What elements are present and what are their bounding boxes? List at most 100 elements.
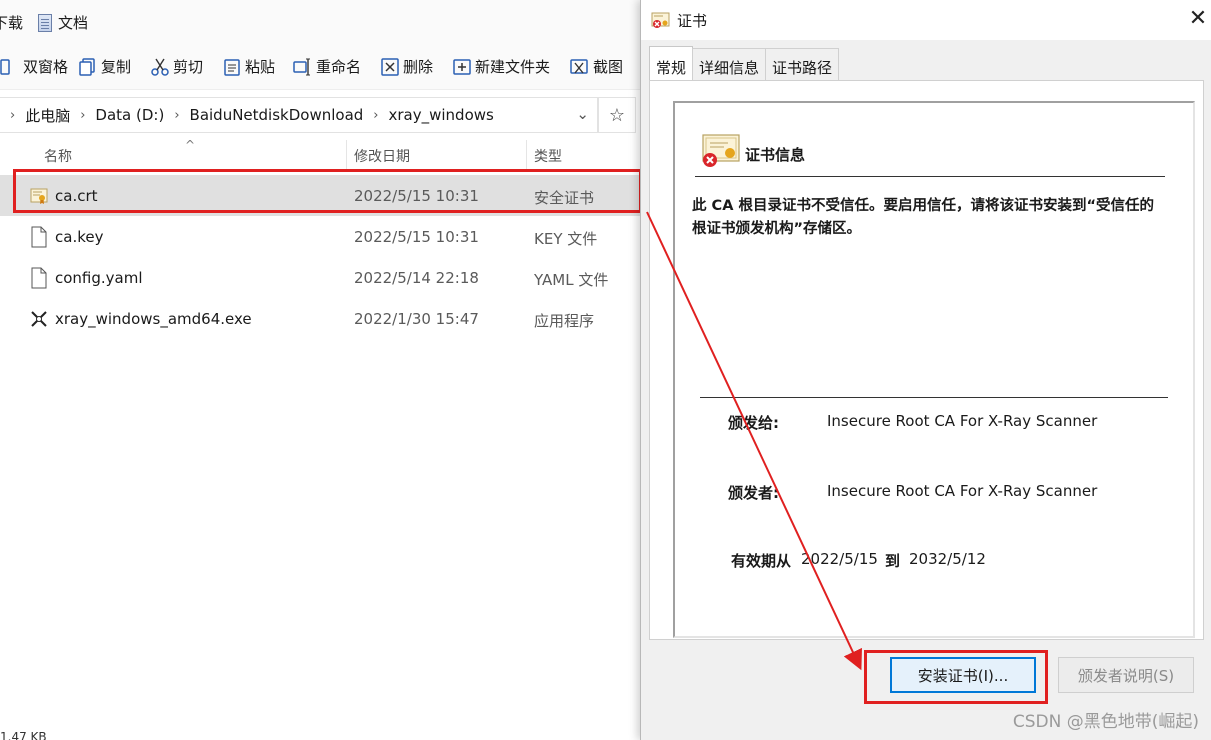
- chevron-right-icon: ›: [80, 107, 86, 123]
- breadcrumb-item[interactable]: › Data (D:): [70, 106, 164, 124]
- chevron-right-icon: ›: [174, 107, 180, 123]
- star-icon: ☆: [608, 104, 626, 126]
- file-name: ca.crt: [55, 187, 98, 205]
- delete-label: 删除: [403, 58, 434, 76]
- file-icon: [31, 226, 47, 248]
- tab-certification-path[interactable]: 证书路径: [765, 48, 840, 80]
- breadcrumb-item[interactable]: › BaiduNetdiskDownload: [164, 106, 363, 124]
- dialog-titlebar[interactable]: 证书 ✕: [641, 0, 1211, 40]
- file-list: ca.crt 2022/5/15 10:31 安全证书 ca.key 2022/…: [0, 175, 640, 339]
- breadcrumb-label: 此电脑: [25, 106, 71, 125]
- quick-access-bar: 下载 文档: [0, 0, 640, 44]
- dual-pane-button[interactable]: 双窗格: [0, 56, 68, 77]
- file-date: 2022/5/15 10:31: [354, 228, 479, 246]
- column-headers: ^ 名称 修改日期 类型: [0, 138, 640, 170]
- column-header-type[interactable]: 类型: [534, 146, 562, 166]
- paste-label: 粘贴: [245, 58, 276, 76]
- status-bar-text: 1.47 KB: [0, 730, 47, 740]
- breadcrumb-label: Data (D:): [95, 106, 165, 124]
- close-icon[interactable]: ✕: [1186, 6, 1210, 31]
- rename-button[interactable]: 重命名: [293, 56, 361, 77]
- cut-button[interactable]: 剪切: [150, 56, 203, 77]
- rename-label: 重命名: [316, 58, 362, 76]
- table-row[interactable]: xray_windows_amd64.exe 2022/1/30 15:47 应…: [0, 298, 640, 339]
- copy-button[interactable]: 复制: [78, 56, 131, 77]
- breadcrumb-item[interactable]: › 此电脑: [0, 105, 70, 126]
- screenshot-button[interactable]: 截图: [570, 56, 623, 77]
- dialog-tabs: 常规 详细信息 证书路径: [649, 46, 840, 80]
- file-type: 安全证书: [534, 189, 595, 207]
- quick-access-label: 文档: [58, 14, 89, 32]
- explorer-toolbar: 双窗格 复制 剪切 粘贴 重命名 删除 新建文件夹 截图: [0, 44, 640, 90]
- certificate-icon: [651, 12, 670, 28]
- breadcrumb-item[interactable]: › xray_windows: [363, 106, 494, 124]
- untrusted-certificate-icon: [702, 134, 740, 167]
- delete-button[interactable]: 删除: [380, 56, 433, 77]
- tab-general[interactable]: 常规: [649, 46, 694, 80]
- column-header-date[interactable]: 修改日期: [354, 146, 410, 166]
- quick-access-label: 下载: [0, 14, 24, 32]
- file-icon: [31, 267, 47, 289]
- file-name: xray_windows_amd64.exe: [55, 310, 252, 328]
- clipboard-icon: [224, 58, 240, 76]
- table-row[interactable]: config.yaml 2022/5/14 22:18 YAML 文件: [0, 257, 640, 298]
- screenshot-icon: [570, 58, 588, 74]
- valid-from-label: 有效期从: [731, 552, 792, 570]
- file-name: ca.key: [55, 228, 104, 246]
- new-folder-label: 新建文件夹: [475, 58, 551, 76]
- watermark-text: CSDN @黑色地带(崛起): [1012, 712, 1199, 732]
- column-header-name[interactable]: 名称: [44, 146, 72, 166]
- table-row[interactable]: ca.key 2022/5/15 10:31 KEY 文件: [0, 216, 640, 257]
- address-bar[interactable]: › 此电脑 › Data (D:) › BaiduNetdiskDownload…: [0, 97, 598, 133]
- scissors-icon: [151, 58, 169, 76]
- copy-label: 复制: [101, 58, 132, 76]
- breadcrumb-label: xray_windows: [388, 106, 494, 124]
- install-certificate-button[interactable]: 安装证书(I)...: [890, 657, 1036, 693]
- divider: [700, 397, 1168, 398]
- new-folder-button[interactable]: 新建文件夹: [452, 56, 550, 77]
- column-resize-handle[interactable]: [526, 140, 527, 170]
- issued-by-label: 颁发者:: [728, 484, 779, 502]
- quick-access-documents[interactable]: 文档: [38, 12, 88, 33]
- column-resize-handle[interactable]: [346, 140, 347, 170]
- issuer-statement-button[interactable]: 颁发者说明(S): [1058, 657, 1194, 693]
- new-folder-icon: [453, 58, 471, 75]
- exe-icon: [31, 311, 47, 327]
- breadcrumb-label: BaiduNetdiskDownload: [189, 106, 364, 124]
- dialog-title: 证书: [677, 12, 708, 30]
- certificate-file-icon: [30, 188, 48, 204]
- certificate-info-frame: 证书信息 此 CA 根目录证书不受信任。要启用信任，请将该证书安装到“受信任的根…: [673, 101, 1195, 638]
- general-tab-panel: 证书信息 此 CA 根目录证书不受信任。要启用信任，请将该证书安装到“受信任的根…: [649, 80, 1204, 640]
- file-explorer-window: 下载 文档 双窗格 复制 剪切 粘贴 重命名 删除 新建文件夹 截图 › 此电脑…: [0, 0, 640, 740]
- table-row[interactable]: ca.crt 2022/5/15 10:31 安全证书: [0, 175, 640, 216]
- file-type: YAML 文件: [534, 271, 609, 289]
- trust-warning-text: 此 CA 根目录证书不受信任。要启用信任，请将该证书安装到“受信任的根证书颁发机…: [692, 198, 1154, 237]
- favorite-star-button[interactable]: ☆: [598, 97, 636, 133]
- documents-icon: [38, 13, 52, 32]
- cut-label: 剪切: [173, 58, 204, 76]
- delete-icon: [381, 57, 399, 76]
- file-date: 2022/5/15 10:31: [354, 187, 479, 205]
- screenshot-label: 截图: [593, 58, 624, 76]
- dual-pane-label: 双窗格: [23, 58, 69, 76]
- issued-to-value: Insecure Root CA For X-Ray Scanner: [827, 412, 1098, 430]
- certificate-dialog: 证书 ✕ 常规 详细信息 证书路径 证书信息 此 CA 根目录证书不受信任。要启…: [640, 0, 1211, 740]
- quick-access-downloads[interactable]: 下载: [0, 12, 23, 33]
- valid-from-value: 2022/5/15: [801, 550, 878, 568]
- certificate-info-heading: 证书信息: [745, 146, 806, 164]
- dual-pane-icon: [0, 58, 10, 75]
- valid-to-label: 到: [885, 552, 901, 570]
- paste-button[interactable]: 粘贴: [222, 56, 275, 77]
- issued-to-label: 颁发给:: [728, 414, 779, 432]
- tab-details[interactable]: 详细信息: [692, 48, 767, 80]
- divider: [695, 176, 1165, 177]
- issued-by-value: Insecure Root CA For X-Ray Scanner: [827, 482, 1098, 500]
- file-type: KEY 文件: [534, 230, 598, 248]
- chevron-right-icon: ›: [373, 107, 379, 123]
- valid-to-value: 2032/5/12: [909, 550, 986, 568]
- file-name: config.yaml: [55, 269, 143, 287]
- sort-ascending-icon: ^: [185, 138, 196, 152]
- chevron-right-icon: ›: [10, 107, 16, 123]
- address-history-dropdown-icon[interactable]: ⌄: [576, 105, 589, 123]
- file-type: 应用程序: [534, 312, 595, 330]
